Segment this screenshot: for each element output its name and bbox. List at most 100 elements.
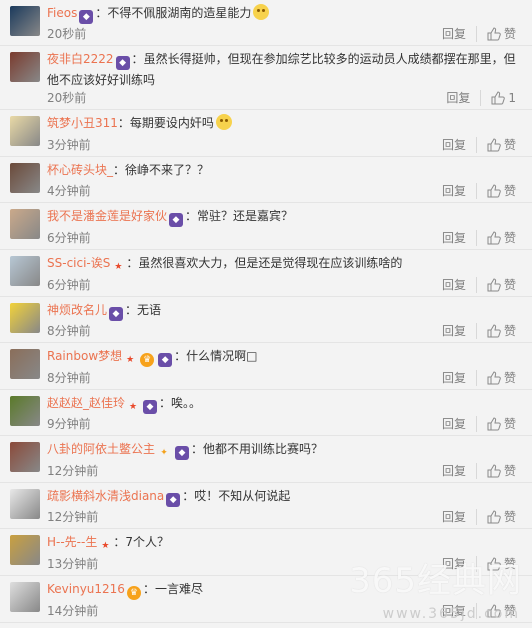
comment-actions: 回复 赞 <box>442 509 516 525</box>
thumbs-up-icon <box>487 417 501 431</box>
smiley-emoji-icon <box>215 114 232 130</box>
avatar[interactable] <box>10 442 40 472</box>
crown-badge-icon: ♛ <box>126 586 141 600</box>
like-count: 赞 <box>503 27 516 41</box>
like-button[interactable]: 赞 <box>487 277 516 293</box>
timestamp: 13分钟前 <box>47 557 99 571</box>
username-link[interactable]: SS-cici-诶S <box>47 256 110 270</box>
username-link[interactable]: 八卦的阿依土鳖公主 <box>47 442 155 456</box>
like-button[interactable]: 赞 <box>487 230 516 246</box>
separator: ： <box>117 116 130 130</box>
comment-item: H--先--生 ★ ：7个人？ 13分钟前 回复 赞 <box>0 529 532 576</box>
separator: ： <box>125 303 138 317</box>
comment-text: 7个人？ <box>125 535 170 549</box>
timestamp: 12分钟前 <box>47 464 99 478</box>
reply-button[interactable]: 回复 <box>442 277 477 293</box>
username-link[interactable]: 我不是潘金莲是好家伙 <box>47 209 167 223</box>
timestamp: 8分钟前 <box>47 371 91 385</box>
username-link[interactable]: H--先--生 <box>47 535 97 549</box>
like-button[interactable]: 赞 <box>487 137 516 153</box>
like-button[interactable]: 赞 <box>487 183 516 199</box>
reply-button[interactable]: 回复 <box>442 323 477 339</box>
avatar[interactable] <box>10 303 40 333</box>
separator: ： <box>142 582 155 596</box>
comment-item: 疏影横斜水清浅diana ◆ ：哎！不知从何说起 12分钟前 回复 赞 <box>0 483 532 529</box>
like-button[interactable]: 赞 <box>487 463 516 479</box>
avatar[interactable] <box>10 489 40 519</box>
like-button[interactable]: 赞 <box>487 26 516 42</box>
reply-button[interactable]: 回复 <box>442 416 477 432</box>
timestamp: 12分钟前 <box>47 510 99 524</box>
username-link[interactable]: 赵赵赵_赵佳玲 <box>47 396 125 410</box>
timestamp: 8分钟前 <box>47 324 91 338</box>
like-count: 赞 <box>503 324 516 338</box>
like-button[interactable]: 赞 <box>487 556 516 572</box>
star-badge-icon: ★ <box>128 402 138 412</box>
like-count: 赞 <box>503 184 516 198</box>
username-link[interactable]: Rainbow梦想 <box>47 349 122 363</box>
reply-button[interactable]: 回复 <box>442 137 477 153</box>
thumbs-up-icon <box>491 91 506 105</box>
comment-content: Rainbow梦想 ★ ♛ ◆ ：什么情况啊□ <box>47 346 520 367</box>
like-button[interactable]: 1 <box>491 90 516 106</box>
username-link[interactable]: Kevinyu1216 <box>47 582 125 596</box>
like-button[interactable]: 赞 <box>487 323 516 339</box>
avatar[interactable] <box>10 349 40 379</box>
comment-item: 杯心砖头块_：徐峥不来了？？ 4分钟前 回复 赞 <box>0 157 532 203</box>
like-count: 赞 <box>503 557 516 571</box>
comment-text: 哎！不知从何说起 <box>194 489 291 503</box>
avatar[interactable] <box>10 52 40 82</box>
reply-button[interactable]: 回复 <box>442 463 477 479</box>
reply-button[interactable]: 回复 <box>442 26 477 42</box>
avatar[interactable] <box>10 6 40 36</box>
like-button[interactable]: 赞 <box>487 416 516 432</box>
avatar[interactable] <box>10 209 40 239</box>
avatar[interactable] <box>10 256 40 286</box>
like-count: 赞 <box>503 464 516 478</box>
star-badge-icon: ★ <box>101 541 110 551</box>
reply-button[interactable]: 回复 <box>442 370 477 386</box>
vip-badge-icon: ◆ <box>143 400 158 414</box>
comment-content: 筑梦小丑311：每期要设内奸吗 <box>47 113 520 133</box>
comment-text: 每期要设内奸吗 <box>129 116 214 130</box>
like-button[interactable]: 赞 <box>487 370 516 386</box>
like-count: 赞 <box>503 417 516 431</box>
watermark-url: www.365jd.com <box>382 606 520 622</box>
thumbs-up-icon <box>487 464 501 478</box>
username-link[interactable]: 杯心砖头块_ <box>47 163 113 177</box>
like-button[interactable]: 赞 <box>487 509 516 525</box>
reply-button[interactable]: 回复 <box>442 556 477 572</box>
timestamp: 20秒前 <box>47 91 87 105</box>
vip-badge-icon: ◆ <box>166 493 181 507</box>
avatar[interactable] <box>10 396 40 426</box>
reply-button[interactable]: 回复 <box>442 509 477 525</box>
avatar[interactable] <box>10 163 40 193</box>
avatar[interactable] <box>10 116 40 146</box>
avatar[interactable] <box>10 582 40 612</box>
vip-badge-icon: ◆ <box>115 56 130 70</box>
comment-item: 神烦改名儿 ◆ ：无语 8分钟前 回复 赞 <box>0 297 532 343</box>
avatar[interactable] <box>10 535 40 565</box>
separator: ： <box>182 489 195 503</box>
comment-actions: 回复 赞 <box>442 183 516 199</box>
reply-button[interactable]: 回复 <box>442 230 477 246</box>
comment-content: H--先--生 ★ ：7个人？ <box>47 532 520 553</box>
timestamp: 14分钟前 <box>47 604 99 618</box>
comment-actions: 回复 赞 <box>442 463 516 479</box>
star-badge-icon: ★ <box>114 262 123 272</box>
separator: ： <box>126 256 139 270</box>
username-link[interactable]: 疏影横斜水清浅diana <box>47 489 164 503</box>
username-link[interactable]: 神烦改名儿 <box>47 303 107 317</box>
star-badge-icon: ★ <box>126 355 135 365</box>
reply-button[interactable]: 回复 <box>442 183 477 199</box>
username-link[interactable]: 筑梦小丑311 <box>47 116 118 130</box>
comment-actions: 回复 赞 <box>442 323 516 339</box>
timestamp: 9分钟前 <box>47 417 91 431</box>
reply-button[interactable]: 回复 <box>446 90 482 106</box>
username-link[interactable]: 夜非白2222 <box>47 52 114 66</box>
comment-text: 常驻？还是嘉宾？ <box>197 209 294 223</box>
comment-content: Fieos ◆ ：不得不佩服湖南的造星能力 <box>47 3 520 24</box>
username-link[interactable]: Fieos <box>47 6 77 20</box>
comment-content: SS-cici-诶S ★ ：虽然很喜欢大力，但是还是觉得现在应该训练啥的 <box>47 253 520 274</box>
separator: ： <box>159 396 172 410</box>
